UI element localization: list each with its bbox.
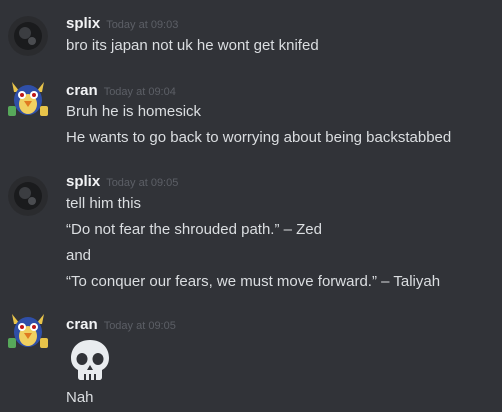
message-text: “To conquer our fears, we must move forw… <box>66 273 441 290</box>
message-text: Bruh he is homesick <box>66 103 202 120</box>
username[interactable]: cran <box>66 82 98 99</box>
username[interactable]: splix <box>66 173 100 190</box>
message-header: cran Today at 09:04 <box>66 82 176 102</box>
message-text: tell him this <box>66 195 142 212</box>
timestamp: Today at 09:04 <box>103 86 176 98</box>
user-avatar[interactable] <box>8 16 48 56</box>
skull-emoji-icon[interactable] <box>66 337 114 385</box>
dark-avatar-icon <box>8 16 48 56</box>
message-header: splix Today at 09:03 <box>66 15 178 35</box>
user-avatar[interactable] <box>6 80 50 120</box>
message-text: He wants to go back to worrying about be… <box>66 129 452 146</box>
message-text: bro its japan not uk he wont get knifed <box>66 37 319 54</box>
timestamp: Today at 09:05 <box>103 320 176 332</box>
user-avatar[interactable] <box>6 312 50 352</box>
user-avatar[interactable] <box>8 176 48 216</box>
message-text: and <box>66 247 92 264</box>
username[interactable]: cran <box>66 316 98 333</box>
message-header: splix Today at 09:05 <box>66 173 178 193</box>
message-text: Nah <box>66 389 94 406</box>
cartoon-bird-avatar-icon <box>8 314 48 348</box>
message-text: “Do not fear the shrouded path.” – Zed <box>66 221 322 238</box>
username[interactable]: splix <box>66 15 100 32</box>
dark-avatar-icon <box>8 176 48 216</box>
timestamp: Today at 09:05 <box>106 177 179 189</box>
timestamp: Today at 09:03 <box>106 19 179 31</box>
chat-message-list: splix Today at 09:03 bro its japan not uk… <box>0 0 502 412</box>
cartoon-bird-avatar-icon <box>8 82 48 116</box>
message-header: cran Today at 09:05 <box>66 316 176 336</box>
